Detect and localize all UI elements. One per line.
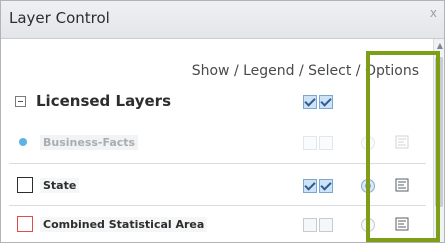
layer-label: Business-Facts [40,135,139,150]
licensed-layers-group[interactable]: Licensed Layers [15,92,171,110]
content-area: Show / Legend / Select / Options License… [1,39,444,242]
scroll-up-icon[interactable]: ▲ [437,41,443,50]
square-outline-icon [17,177,33,193]
row-divider [9,205,426,206]
show-checkbox[interactable] [303,179,317,193]
group-show-checkbox[interactable] [303,95,317,109]
layer-control-window: Layer Control x Show / Legend / Select /… [0,0,445,243]
show-checkbox[interactable] [303,218,317,232]
show-checkbox[interactable] [303,136,317,150]
collapse-icon[interactable] [15,95,26,107]
legend-checkbox[interactable] [319,218,333,232]
column-headers: Show / Legend / Select / Options [191,63,419,79]
legend-checkbox[interactable] [319,136,333,150]
scrollbar[interactable]: ▲ [433,39,444,242]
layer-label: Combined Statistical Area [40,217,208,232]
title-bar: Layer Control x [1,1,444,39]
window-title: Layer Control [9,9,110,27]
row-divider [9,163,426,164]
dot-icon [19,138,27,146]
options-icon[interactable] [395,178,409,192]
options-icon[interactable] [395,135,409,149]
options-icon[interactable] [395,217,409,231]
red-square-outline-icon [17,216,33,232]
layer-row: State [1,171,444,201]
group-title: Licensed Layers [36,92,171,110]
select-radio[interactable] [361,136,375,150]
layer-row: Business-Facts [1,128,444,158]
close-button[interactable]: x [430,6,437,20]
legend-checkbox[interactable] [319,179,333,193]
group-legend-checkbox[interactable] [319,95,333,109]
layer-label: State [40,178,80,193]
scroll-thumb[interactable] [435,57,443,207]
select-radio[interactable] [361,179,375,193]
layer-row: Combined Statistical Area [1,210,444,240]
select-radio[interactable] [361,218,375,232]
